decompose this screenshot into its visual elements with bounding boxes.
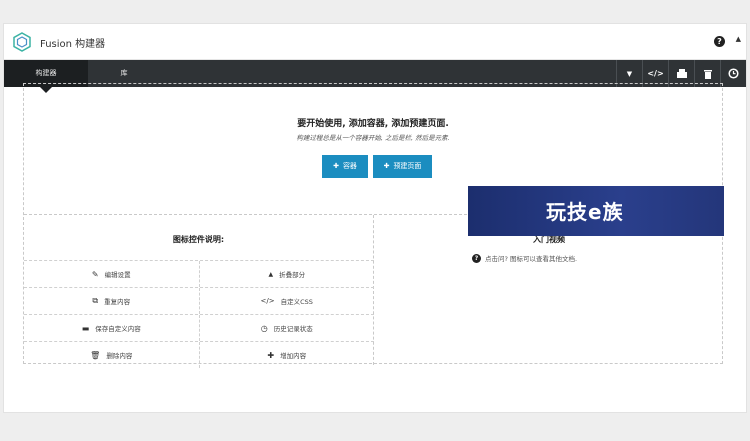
plus-icon: ✚: [267, 350, 275, 360]
legend-row: 🗑 删除内容 ✚ 增加内容: [24, 341, 374, 368]
legend-label: 保存自定义内容: [95, 325, 141, 333]
code-icon: </>: [260, 297, 275, 305]
help-icon[interactable]: ?: [714, 36, 725, 47]
legend-grid: ✎ 编辑设置 ▲ 折叠部分 ⧉ 重复内容 </> 自定义CSS ▬ 保存自定义内容 ◷ 历史…: [24, 260, 374, 368]
history-icon: [728, 68, 739, 79]
legend-label: 增加内容: [280, 352, 307, 360]
add-prebuilt-button[interactable]: ✚ 预建页面: [373, 155, 432, 178]
plus-icon: ✚: [333, 162, 339, 170]
caret-down-icon: ▼: [626, 69, 633, 78]
legend-item-delete: 🗑 删除内容: [24, 342, 200, 368]
legend-item-css: </> 自定义CSS: [200, 288, 375, 314]
legend-item-edit: ✎ 编辑设置: [24, 261, 200, 287]
plus-icon: ✚: [383, 162, 390, 170]
icon-legend: 图标控件说明: ✎ 编辑设置 ▲ 折叠部分 ⧉ 重复内容 </> 自定义CSS ▬ 保存自…: [24, 215, 374, 368]
legend-label: 编辑设置: [104, 271, 131, 279]
panel-header: Fusion 构建器 ? ▲: [4, 24, 746, 60]
legend-label: 自定义CSS: [280, 298, 313, 306]
legend-row: ⧉ 重复内容 </> 自定义CSS: [24, 287, 374, 314]
legend-item-save: ▬ 保存自定义内容: [24, 315, 200, 341]
collapse-icon[interactable]: ▲: [736, 35, 741, 43]
add-prebuilt-label: 预建页面: [393, 162, 422, 170]
add-container-label: 容器: [342, 162, 357, 170]
legend-label: 删除内容: [106, 352, 133, 360]
intro-title: 要开始使用, 添加容器, 添加预建页面.: [297, 119, 449, 129]
history-icon: ◷: [260, 323, 268, 333]
legend-label: 折叠部分: [279, 271, 306, 279]
history-button[interactable]: [720, 60, 746, 87]
watermark-text: 玩技e族: [546, 200, 624, 224]
save-icon: ▬: [81, 323, 90, 333]
video-note: ? 点击问? 图标可以查看其他文档.: [472, 253, 577, 263]
code-icon: </>: [647, 69, 664, 78]
caret-up-icon: ▲: [268, 270, 274, 278]
app-title: Fusion 构建器: [40, 39, 106, 50]
lower-section: 图标控件说明: ✎ 编辑设置 ▲ 折叠部分 ⧉ 重复内容 </> 自定义CSS ▬ 保存自…: [24, 214, 722, 368]
clone-icon: ⧉: [92, 296, 99, 305]
video-note-text: 点击问? 图标可以查看其他文档.: [485, 255, 578, 263]
question-icon: ?: [472, 253, 481, 263]
legend-item-add: ✚ 增加内容: [200, 342, 375, 368]
legend-item-clone: ⧉ 重复内容: [24, 288, 200, 314]
legend-label: 历史记录状态: [273, 325, 313, 333]
legend-item-history: ◷ 历史记录状态: [200, 315, 375, 341]
legend-label: 重复内容: [104, 298, 131, 306]
legend-row: ✎ 编辑设置 ▲ 折叠部分: [24, 260, 374, 287]
legend-title: 图标控件说明:: [172, 235, 225, 244]
trash-icon: 🗑: [90, 350, 101, 360]
pencil-icon: ✎: [91, 269, 99, 279]
fusion-logo-icon: [13, 32, 31, 52]
watermark-banner: 玩技e族: [468, 186, 724, 236]
save-icon: [676, 69, 687, 78]
legend-row: ▬ 保存自定义内容 ◷ 历史记录状态: [24, 314, 374, 341]
trash-icon: [703, 69, 712, 79]
add-container-button[interactable]: ✚ 容器: [322, 155, 368, 178]
legend-item-collapse: ▲ 折叠部分: [200, 261, 375, 287]
intro-subtitle: 构建过程总是从一个容器开始, 之后是栏, 然后是元素.: [296, 134, 450, 142]
